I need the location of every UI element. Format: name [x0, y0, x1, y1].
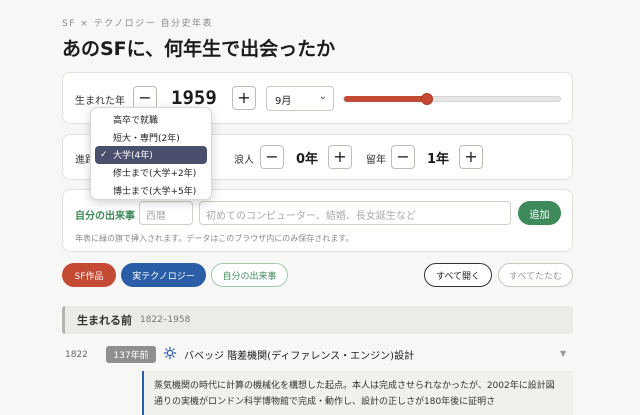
path-option-highschool[interactable]: 高卒で就職: [91, 111, 211, 129]
ryunen-value: 1年: [427, 152, 450, 167]
path-option-university-label: 大学(4年): [113, 151, 153, 162]
slider-thumb[interactable]: [421, 93, 433, 105]
year-increment-button[interactable]: +: [232, 86, 256, 110]
path-option-junior-college[interactable]: 短大・専門(2年): [91, 129, 211, 147]
gear-icon: [163, 346, 177, 360]
ryunen-increment-button[interactable]: +: [459, 145, 483, 169]
collapse-all-button[interactable]: すべてたたむ: [498, 263, 573, 287]
path-option-masters[interactable]: 修士まで(大学+2年): [91, 164, 211, 182]
event-ago-badge: 137年前: [106, 346, 156, 363]
event-title[interactable]: バベッジ 階差機関(ディファレンス・エンジン)設計: [184, 347, 414, 362]
event-year-input[interactable]: 西暦: [139, 201, 193, 225]
era-range: 1822–1958: [140, 315, 191, 325]
page-title: あのSFに、何年生で出会ったか: [62, 38, 336, 60]
birth-year-slider[interactable]: [343, 93, 561, 105]
event-text-input[interactable]: 初めてのコンピューター、結婚、長女誕生など: [199, 201, 511, 225]
month-select[interactable]: 9月 ⌄: [266, 86, 334, 111]
ronin-label: 浪人: [234, 155, 254, 166]
expand-all-button[interactable]: すべて開く: [424, 263, 492, 287]
ryunen-decrement-button[interactable]: −: [391, 145, 415, 169]
check-icon: ✓: [100, 149, 108, 160]
ronin-value: 0年: [296, 152, 319, 167]
slider-fill: [344, 96, 427, 102]
my-events-label: 自分の出来事: [75, 211, 135, 222]
era-title: 生まれる前: [77, 314, 132, 327]
event-detail: 蒸気機関の時代に計算の機械化を構想した起点。本人は完成させられなかったが、200…: [142, 371, 573, 415]
birth-year-label: 生まれた年: [75, 96, 125, 107]
filter-tech-button[interactable]: 実テクノロジー: [121, 263, 206, 287]
ronin-decrement-button[interactable]: −: [260, 145, 284, 169]
birth-year-value: 1959: [171, 87, 217, 109]
caret-down-icon[interactable]: ▼: [560, 349, 566, 358]
filter-mine-button[interactable]: 自分の出来事: [211, 263, 288, 287]
event-year: 1822: [65, 350, 88, 360]
path-dropdown[interactable]: 高卒で就職 短大・専門(2年) ✓ 大学(4年) 修士まで(大学+2年) 博士ま…: [90, 107, 212, 200]
ronin-increment-button[interactable]: +: [328, 145, 352, 169]
ryunen-label: 留年: [366, 155, 386, 166]
path-option-university[interactable]: ✓ 大学(4年): [95, 146, 207, 164]
app-eyebrow: SF × テクノロジー 自分史年表: [62, 19, 213, 29]
era-header[interactable]: 生まれる前 1822–1958: [62, 306, 573, 334]
path-option-doctorate[interactable]: 博士まで(大学+5年): [91, 181, 211, 199]
chevron-down-icon: ⌄: [318, 91, 327, 102]
filter-sf-button[interactable]: SF作品: [62, 263, 116, 287]
add-event-button[interactable]: 追加: [518, 201, 561, 225]
my-events-hint: 年表に緑の旗で挿入されます。データはこのブラウザ内にのみ保存されます。: [75, 234, 354, 243]
month-select-value: 9月: [275, 96, 292, 107]
